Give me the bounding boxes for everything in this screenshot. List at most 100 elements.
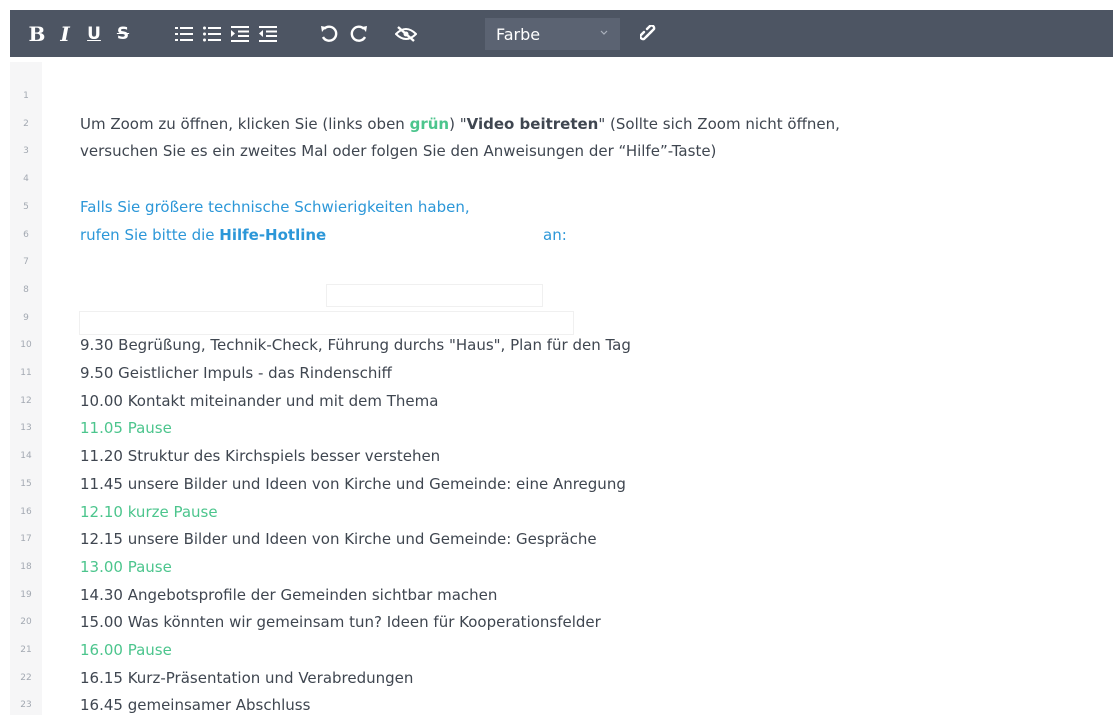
line-text: rufen Sie bitte die Hilfe-Hotline bbox=[80, 225, 326, 245]
line-number: 21 bbox=[20, 645, 32, 655]
line-number: 4 bbox=[23, 174, 29, 185]
line-text: 10.00 Kontakt miteinander und mit dem Th… bbox=[80, 391, 438, 411]
line-text: Falls Sie größere technische Schwierigke… bbox=[80, 197, 470, 217]
line-number: 18 bbox=[20, 561, 32, 572]
line-number: 5 bbox=[23, 201, 29, 212]
underline-button[interactable]: U bbox=[82, 10, 106, 57]
text-run: Hilfe-Hotline bbox=[219, 225, 327, 244]
editor-line[interactable]: 15 11.45 unsere Bilder und Ideen von Kirc… bbox=[0, 470, 1113, 498]
undo-icon[interactable] bbox=[317, 10, 341, 57]
editor-line[interactable]: 3 versuchen Sie es ein zweites Mal oder f… bbox=[0, 137, 1113, 165]
outdent-icon[interactable] bbox=[256, 10, 280, 57]
strikethrough-button[interactable]: S bbox=[111, 10, 135, 57]
editor-line[interactable]: 16 12.10 kurze Pause bbox=[0, 498, 1113, 526]
line-text: 16.15 Kurz-Präsentation und Verabredunge… bbox=[80, 668, 413, 688]
text-run: 15.00 Was könnten wir gemeinsam tun? Ide… bbox=[80, 613, 601, 632]
editor-line[interactable]: 17 12.15 unsere Bilder und Ideen von Kirc… bbox=[0, 525, 1113, 553]
line-text: 15.00 Was könnten wir gemeinsam tun? Ide… bbox=[80, 612, 601, 632]
indent-icon[interactable] bbox=[228, 10, 252, 57]
line-text: 11.20 Struktur des Kirchspiels besser ve… bbox=[80, 446, 440, 466]
text-run: " (Sollte sich Zoom nicht öffnen, bbox=[598, 114, 840, 133]
text-run: 12.10 kurze Pause bbox=[80, 502, 218, 521]
editor-line[interactable]: 7 bbox=[0, 248, 1113, 276]
editor-line[interactable]: 20 15.00 Was könnten wir gemeinsam tun? I… bbox=[0, 608, 1113, 636]
editor-line[interactable]: 19 14.30 Angebotsprofile der Gemeinden si… bbox=[0, 581, 1113, 609]
chevron-down-icon bbox=[600, 30, 608, 35]
text-run: versuchen Sie es ein zweites Mal oder fo… bbox=[80, 142, 717, 161]
line-text: 11.05 Pause bbox=[80, 418, 172, 438]
text-run: Video beitreten bbox=[466, 114, 599, 133]
line-text: 12.15 unsere Bilder und Ideen von Kirche… bbox=[80, 529, 597, 549]
line-number: 8 bbox=[23, 284, 29, 295]
text-run: 16.00 Pause bbox=[80, 641, 172, 659]
editor-line[interactable]: 4 bbox=[0, 165, 1113, 193]
text-run: grün bbox=[409, 114, 450, 133]
line-number: 12 bbox=[20, 395, 32, 406]
text-run: 16.15 Kurz-Präsentation und Verabredunge… bbox=[80, 668, 414, 687]
ordered-list-icon[interactable] bbox=[172, 10, 196, 57]
redacted-line bbox=[79, 311, 574, 335]
color-select-label: Farbe bbox=[496, 24, 541, 44]
editor-line[interactable]: 6 rufen Sie bitte die Hilfe-Hotline an: bbox=[0, 221, 1113, 249]
hide-icon[interactable] bbox=[394, 10, 418, 57]
editor-toolbar: B I U S Farbe bbox=[0, 0, 1113, 62]
line-text: versuchen Sie es ein zweites Mal oder fo… bbox=[80, 141, 716, 161]
editor-line[interactable]: 22 16.15 Kurz-Präsentation und Verabredun… bbox=[0, 664, 1113, 692]
line-text: 16.45 gemeinsamer Abschluss bbox=[80, 695, 310, 715]
line-text: 13.00 Pause bbox=[80, 557, 172, 577]
line-number: 20 bbox=[20, 617, 32, 628]
bullet-list-icon[interactable] bbox=[200, 10, 224, 57]
line-number: 19 bbox=[20, 589, 32, 600]
text-run: Falls Sie größere technische Schwierigke… bbox=[80, 197, 470, 216]
toolbar-bar: B I U S Farbe bbox=[10, 10, 1113, 57]
line-number: 14 bbox=[20, 451, 32, 462]
line-number: 23 bbox=[20, 700, 32, 711]
editor-line[interactable]: 8 bbox=[0, 276, 1113, 304]
color-select[interactable]: Farbe bbox=[485, 18, 620, 50]
line-number: 17 bbox=[20, 534, 32, 545]
editor-line[interactable]: 2 Um Zoom zu öffnen, klicken Sie (links o… bbox=[0, 110, 1113, 138]
text-run: 11.45 unsere Bilder und Ideen von Kirche… bbox=[80, 474, 626, 493]
text-run: 14.30 Angebotsprofile der Gemeinden sich… bbox=[80, 585, 498, 604]
line-number: 6 bbox=[23, 229, 29, 240]
bold-button[interactable]: B bbox=[25, 10, 49, 57]
line-number: 9 bbox=[23, 312, 29, 323]
text-run: 11.20 Struktur des Kirchspiels besser ve… bbox=[80, 447, 441, 466]
text-run: 16.45 gemeinsamer Abschluss bbox=[80, 696, 311, 715]
line-number: 13 bbox=[20, 423, 32, 434]
line-number: 2 bbox=[23, 118, 29, 129]
redo-icon[interactable] bbox=[347, 10, 371, 57]
editor-line[interactable]: 5 Falls Sie größere technische Schwierigk… bbox=[0, 193, 1113, 221]
line-number: 7 bbox=[23, 257, 29, 268]
line-text: 9.50 Geistlicher Impuls - das Rindenschi… bbox=[80, 363, 392, 383]
line-text: 9.30 Begrüßung, Technik-Check, Führung d… bbox=[80, 335, 631, 355]
editor-line[interactable]: 12 10.00 Kontakt miteinander und mit dem … bbox=[0, 387, 1113, 415]
editor-line[interactable]: 14 11.20 Struktur des Kirchspiels besser … bbox=[0, 442, 1113, 470]
line-number: 3 bbox=[23, 146, 29, 157]
line-number: 22 bbox=[20, 672, 32, 683]
line-text: 14.30 Angebotsprofile der Gemeinden sich… bbox=[80, 585, 497, 605]
line-number: 16 bbox=[20, 506, 32, 517]
editor-line[interactable]: 1 bbox=[0, 82, 1113, 110]
italic-button[interactable]: I bbox=[53, 10, 77, 57]
line-number: 10 bbox=[20, 340, 32, 351]
editor-line[interactable]: 21 16.00 Pause bbox=[0, 636, 1113, 664]
line-number: 11 bbox=[20, 368, 32, 378]
text-run: Um Zoom zu öffnen, klicken Sie (links ob… bbox=[80, 114, 410, 133]
editor-line[interactable]: 13 11.05 Pause bbox=[0, 414, 1113, 442]
redacted-phone bbox=[326, 284, 543, 307]
line-text: 12.10 kurze Pause bbox=[80, 502, 218, 522]
editor-line[interactable]: 11 9.50 Geistlicher Impuls - das Rindensc… bbox=[0, 359, 1113, 387]
editor-line[interactable]: 18 13.00 Pause bbox=[0, 553, 1113, 581]
line-text: 11.45 unsere Bilder und Ideen von Kirche… bbox=[80, 474, 626, 494]
line-number: 1 bbox=[23, 91, 29, 101]
text-run: 9.50 Geistlicher Impuls - das Rindenschi… bbox=[80, 364, 392, 382]
editor-line[interactable]: 10 9.30 Begrüßung, Technik-Check, Führung… bbox=[0, 331, 1113, 359]
text-run: 11.05 Pause bbox=[80, 419, 172, 438]
text-run: 13.00 Pause bbox=[80, 557, 172, 576]
text-run: 10.00 Kontakt miteinander und mit dem Th… bbox=[80, 391, 439, 410]
line-number: 15 bbox=[20, 478, 32, 489]
text-run: rufen Sie bitte die bbox=[80, 225, 220, 244]
text-editor[interactable]: 1 2 Um Zoom zu öffnen, klicken Sie (links … bbox=[0, 62, 1113, 715]
link-icon[interactable] bbox=[637, 10, 661, 57]
